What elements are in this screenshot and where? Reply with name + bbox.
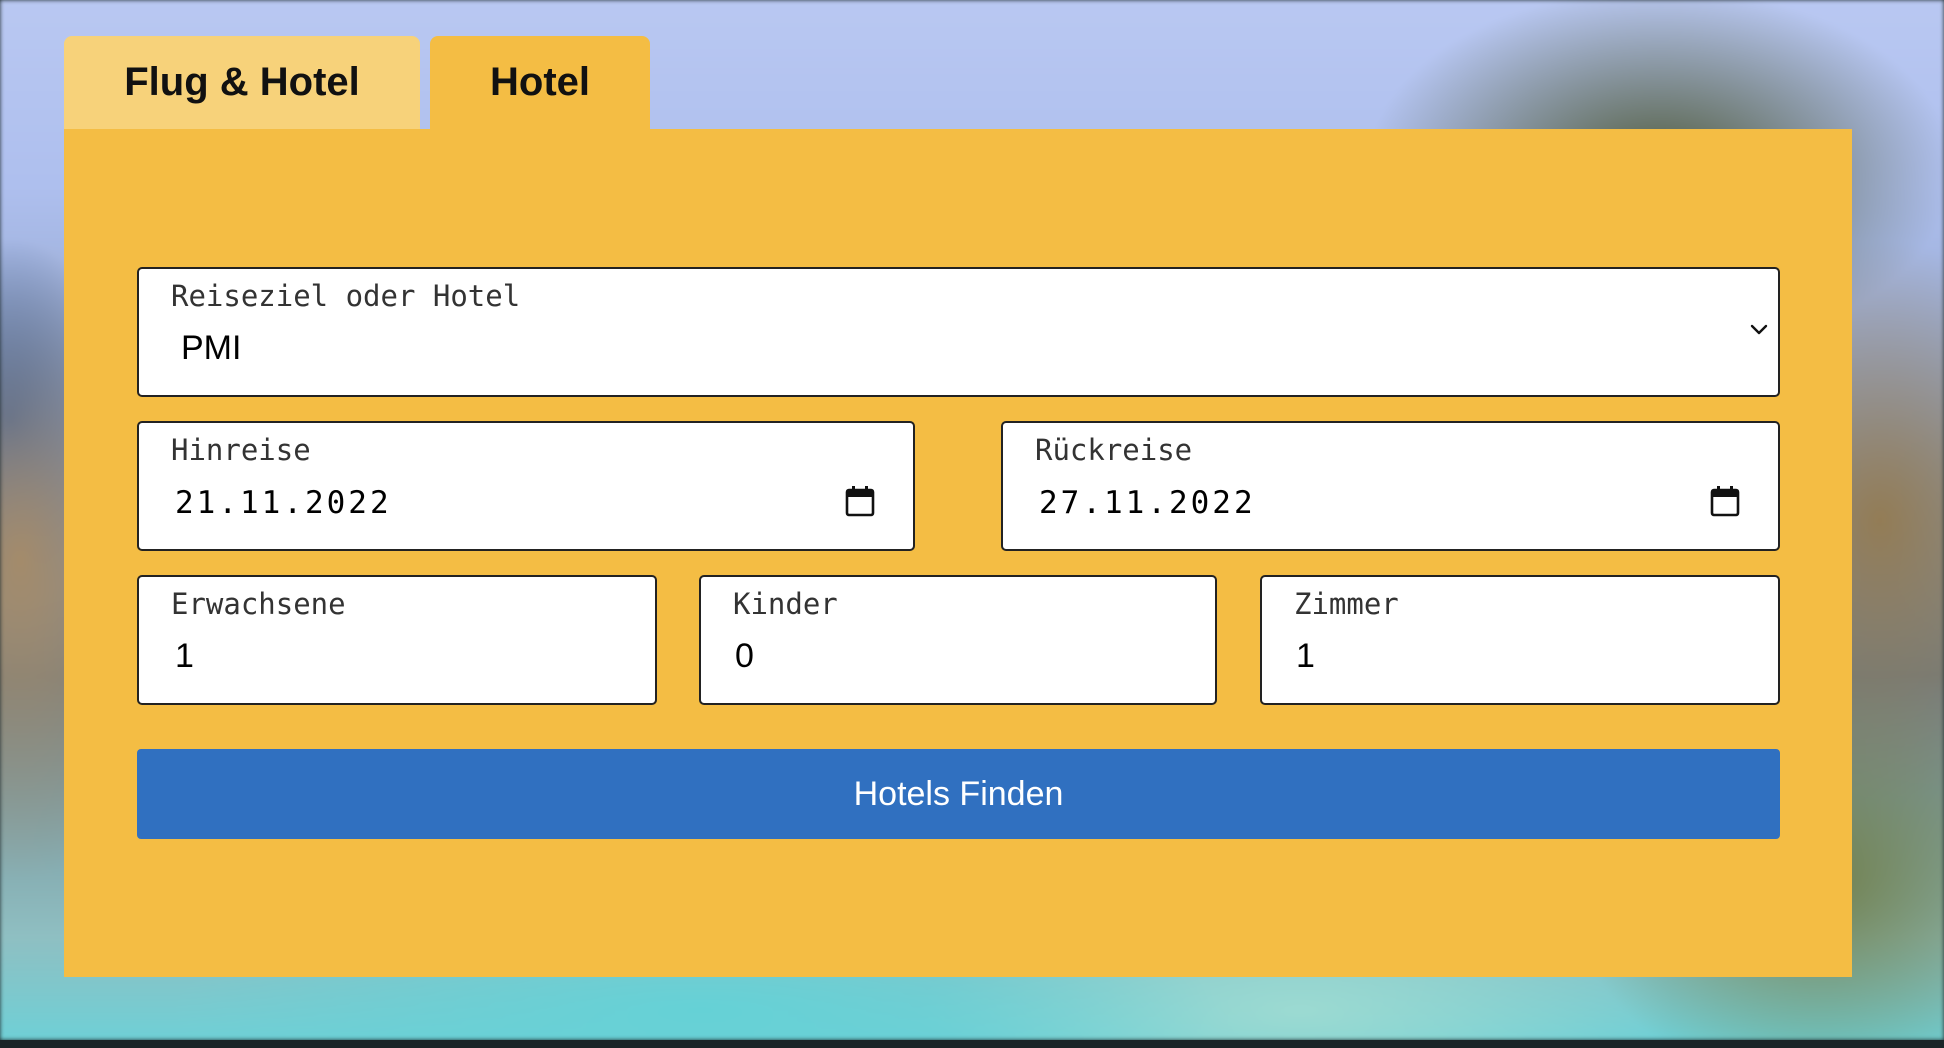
tab-label: Hotel [490,60,590,104]
departure-label: Hinreise [171,433,311,467]
children-value: 0 [735,637,754,675]
return-date-field[interactable]: Rückreise 27.11.2022 [1001,421,1780,551]
tab-hotel[interactable]: Hotel [430,36,650,129]
search-panel: Reiseziel oder Hotel PMI Hinreise 21.11.… [64,129,1852,977]
destination-value: PMI [181,329,242,367]
destination-select[interactable]: Reiseziel oder Hotel PMI [137,267,1780,397]
return-label: Rückreise [1035,433,1193,467]
adults-label: Erwachsene [171,587,346,621]
adults-value: 1 [175,637,194,675]
children-field[interactable]: Kinder 0 [699,575,1217,705]
departure-value: 21.11.2022 [175,485,392,521]
bottom-bar [0,1040,1944,1048]
chevron-down-icon [1749,323,1769,342]
calendar-icon[interactable] [1710,485,1740,522]
destination-label: Reiseziel oder Hotel [171,279,521,313]
calendar-icon[interactable] [845,485,875,522]
rooms-label: Zimmer [1294,587,1399,621]
departure-date-field[interactable]: Hinreise 21.11.2022 [137,421,915,551]
return-value: 27.11.2022 [1039,485,1256,521]
find-hotels-label: Hotels Finden [853,774,1064,813]
tab-label: Flug & Hotel [124,60,360,104]
rooms-field[interactable]: Zimmer 1 [1260,575,1780,705]
tab-flug-hotel[interactable]: Flug & Hotel [64,36,420,129]
children-label: Kinder [733,587,838,621]
rooms-value: 1 [1296,637,1315,675]
find-hotels-button[interactable]: Hotels Finden [137,749,1780,839]
adults-field[interactable]: Erwachsene 1 [137,575,657,705]
